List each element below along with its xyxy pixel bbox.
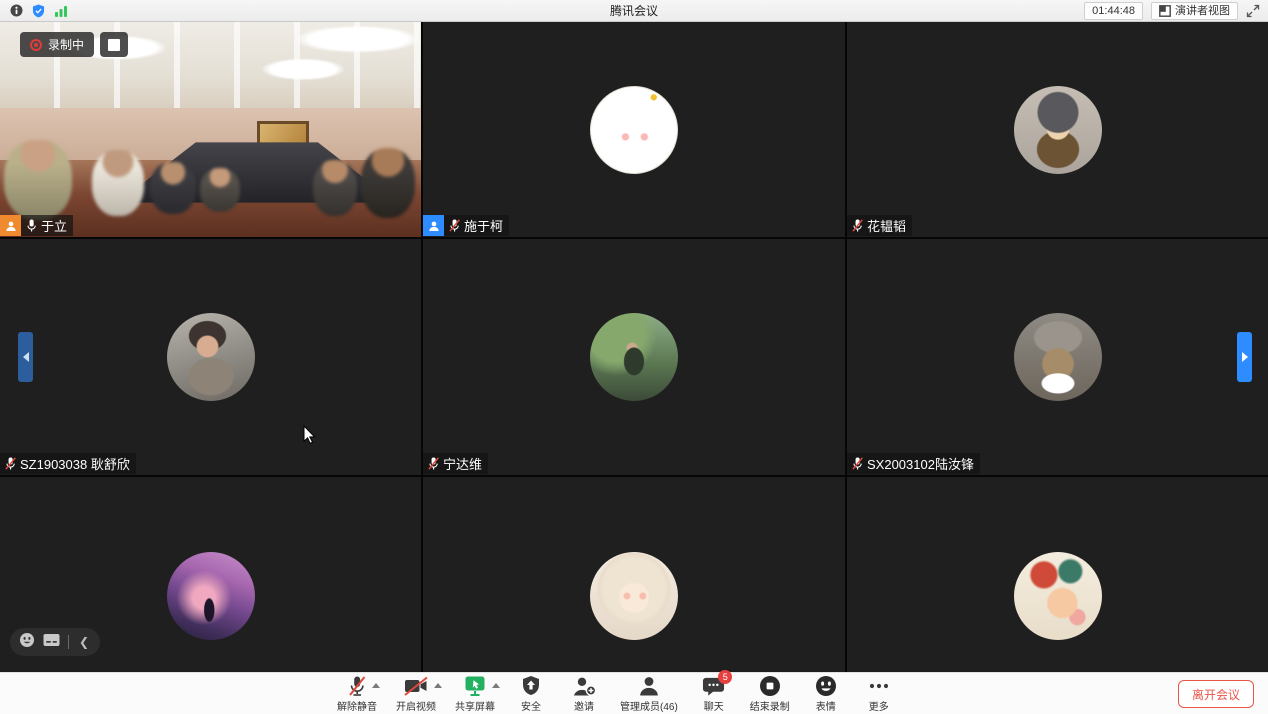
video-grid: 录制中 于立 施于柯 花韫韬 SZ1903038 耿舒欣 宁达维 SX20031…: [0, 22, 1268, 714]
participant-label: 于立: [0, 215, 73, 236]
stop-recording-button[interactable]: 结束录制: [750, 675, 790, 713]
video-tile[interactable]: 花韫韬: [847, 22, 1268, 237]
mic-muted-icon: [851, 456, 864, 471]
host-badge-icon: [0, 215, 21, 236]
recording-indicator: 录制中: [20, 32, 94, 57]
mic-muted-icon: [427, 456, 440, 471]
stop-square-icon: [108, 39, 120, 51]
participant-avatar: [1014, 313, 1102, 401]
chevron-right-icon: [1242, 352, 1248, 362]
participant-avatar: [167, 552, 255, 640]
more-button[interactable]: 更多: [862, 675, 896, 713]
toolbar-item-label: 解除静音: [337, 698, 377, 713]
mic-muted-icon: [851, 218, 864, 233]
captions-icon[interactable]: [43, 633, 60, 652]
toolbar-item-label: 聊天: [704, 698, 724, 713]
participant-name: 花韫韬: [867, 216, 906, 235]
chevron-up-icon[interactable]: [492, 683, 500, 688]
security-shield-icon: [521, 675, 541, 697]
emoji-button[interactable]: 表情: [809, 675, 843, 713]
chat-button[interactable]: 5 聊天: [697, 675, 731, 713]
video-tile[interactable]: 施于柯: [423, 22, 845, 237]
mic-muted-icon: [347, 675, 367, 697]
participant-label: 宁达维: [423, 453, 488, 474]
chevron-up-icon[interactable]: [434, 683, 442, 688]
share-screen-icon: [463, 675, 487, 697]
meeting-duration: 01:44:48: [1084, 2, 1143, 20]
participant-name: SZ1903038 耿舒欣: [20, 454, 130, 473]
toolbar-item-label: 表情: [816, 698, 836, 713]
toolbar-item-label: 邀请: [574, 698, 594, 713]
member-badge-icon: [423, 215, 444, 236]
participant-label: SZ1903038 耿舒欣: [0, 453, 136, 474]
video-tile[interactable]: 宁达维: [423, 239, 845, 475]
participant-label: 施于柯: [423, 215, 509, 236]
invite-button[interactable]: 邀请: [567, 675, 601, 713]
members-button[interactable]: 管理成员(46): [620, 675, 678, 713]
mic-muted-icon: [4, 456, 17, 471]
info-icon[interactable]: [10, 4, 23, 17]
participant-name: SX2003102陆汝锋: [867, 454, 974, 473]
participant-avatar: [590, 552, 678, 640]
video-tile[interactable]: SX2003102陆汝锋: [847, 239, 1268, 475]
participant-avatar: [167, 313, 255, 401]
participant-avatar: [1014, 86, 1102, 174]
emoji-reaction-icon[interactable]: [19, 632, 35, 653]
previous-page-arrow[interactable]: [18, 332, 33, 382]
meeting-window: 腾讯会议 01:44:48 演讲者视图: [0, 0, 1268, 714]
unmute-button[interactable]: 解除静音: [337, 675, 377, 713]
leave-meeting-button[interactable]: 离开会议: [1178, 680, 1254, 708]
mic-muted-icon: [448, 218, 461, 233]
protection-shield-icon[interactable]: [32, 4, 45, 18]
network-signal-icon[interactable]: [54, 5, 68, 17]
toolbar-item-label: 管理成员(46): [620, 698, 678, 713]
participant-avatar: [590, 86, 678, 174]
chevron-up-icon[interactable]: [372, 683, 380, 688]
speaker-view-label: 演讲者视图: [1175, 4, 1230, 18]
next-page-arrow[interactable]: [1237, 332, 1252, 382]
emoji-face-icon: [815, 675, 837, 697]
participant-name: 施于柯: [464, 216, 503, 235]
stop-recording-square-button[interactable]: [100, 32, 128, 57]
window-title: 腾讯会议: [0, 2, 1268, 19]
chat-unread-badge: 5: [718, 670, 732, 684]
record-dot-icon: [30, 39, 42, 51]
participant-name: 宁达维: [443, 454, 482, 473]
video-tile[interactable]: 录制中 于立: [0, 22, 421, 237]
camera-off-icon: [403, 675, 429, 697]
recording-status-label: 录制中: [48, 36, 84, 53]
video-tile[interactable]: SZ1903038 耿舒欣: [0, 239, 421, 475]
layout-icon: [1159, 5, 1171, 17]
speaker-view-button[interactable]: 演讲者视图: [1151, 2, 1238, 20]
participant-label: SX2003102陆汝锋: [847, 453, 980, 474]
collapse-pill-chevron[interactable]: ❮: [77, 636, 91, 648]
invite-person-icon: [572, 675, 597, 697]
titlebar: 腾讯会议 01:44:48 演讲者视图: [0, 0, 1268, 22]
toolbar-item-label: 开启视频: [396, 698, 436, 713]
share-screen-button[interactable]: 共享屏幕: [455, 675, 495, 713]
members-person-icon: [638, 675, 660, 697]
fullscreen-icon[interactable]: [1246, 4, 1260, 18]
participant-name: 于立: [41, 216, 67, 235]
toolbar-item-label: 共享屏幕: [455, 698, 495, 713]
toolbar-item-label: 结束录制: [750, 698, 790, 713]
chevron-left-icon: [23, 352, 29, 362]
security-button[interactable]: 安全: [514, 675, 548, 713]
more-dots-icon: [867, 675, 891, 697]
bottom-toolbar: 解除静音 开启视频 共享屏幕 安全 邀请 管理成员: [0, 672, 1268, 714]
toolbar-item-label: 更多: [869, 698, 889, 713]
participant-avatar: [590, 313, 678, 401]
mic-on-icon: [25, 218, 38, 233]
start-video-button[interactable]: 开启视频: [396, 675, 436, 713]
pill-divider: [68, 635, 69, 649]
participant-label: 花韫韬: [847, 215, 912, 236]
reactions-pill: ❮: [10, 628, 100, 656]
stop-record-icon: [759, 675, 781, 697]
toolbar-item-label: 安全: [521, 698, 541, 713]
participant-avatar: [1014, 552, 1102, 640]
